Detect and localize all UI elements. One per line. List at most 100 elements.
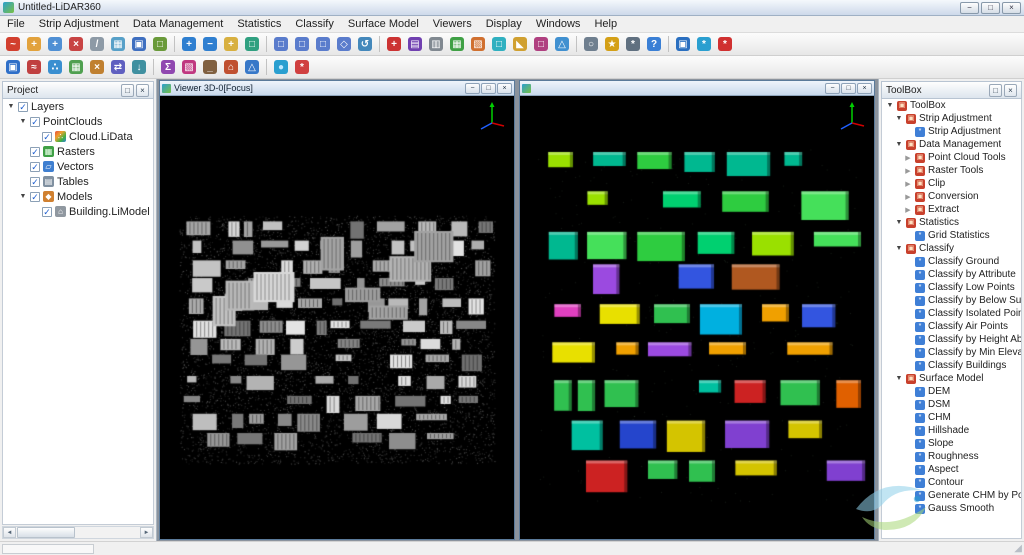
- viewer-2-titlebar[interactable]: − □ ×: [520, 81, 874, 96]
- toolbox-item-clip[interactable]: ▶▣Clip: [882, 177, 1021, 190]
- color-by-class-icon[interactable]: ▦: [447, 34, 467, 54]
- triangle-tool-icon[interactable]: ◣: [510, 34, 530, 54]
- profile-tool-icon[interactable]: □: [531, 34, 551, 54]
- expander-open-icon[interactable]: ▼: [7, 103, 15, 110]
- toolbox-item-aspect[interactable]: *Aspect: [882, 463, 1021, 476]
- snowflake-red-icon[interactable]: *: [292, 57, 312, 77]
- expander-closed-icon[interactable]: ▶: [904, 206, 912, 214]
- project-item-building-limodel[interactable]: ✓⌂Building.LiModel: [3, 204, 153, 219]
- menu-item-display[interactable]: Display: [479, 16, 529, 33]
- help-icon[interactable]: ?: [644, 34, 664, 54]
- toolbox-item-conversion[interactable]: ▶▣Conversion: [882, 190, 1021, 203]
- measure-icon[interactable]: /: [87, 34, 107, 54]
- toolbox-item-dsm[interactable]: *DSM: [882, 398, 1021, 411]
- toolbox-item-statistics[interactable]: ▼▣Statistics: [882, 216, 1021, 229]
- expander-closed-icon[interactable]: ▶: [904, 154, 912, 162]
- project-item-cloud-lidata[interactable]: ✓∴Cloud.LiData: [3, 129, 153, 144]
- menu-item-viewers[interactable]: Viewers: [426, 16, 479, 33]
- viewer-2-close-button[interactable]: ×: [857, 83, 872, 94]
- pan-icon[interactable]: +: [221, 34, 241, 54]
- expander-open-icon[interactable]: ▼: [19, 118, 27, 125]
- toolbox-item-classify-air-points[interactable]: *Classify Air Points: [882, 320, 1021, 333]
- expander-open-icon[interactable]: ▼: [895, 219, 903, 226]
- project-item-models[interactable]: ▼✓◆Models: [3, 189, 153, 204]
- menu-item-file[interactable]: File: [0, 16, 32, 33]
- menu-item-help[interactable]: Help: [587, 16, 624, 33]
- maximize-button[interactable]: □: [981, 2, 1000, 14]
- toolbox-item-toolbox[interactable]: ▼▣ToolBox: [882, 99, 1021, 112]
- checkbox-checked-icon[interactable]: ✓: [30, 177, 40, 187]
- viewer-1-close-button[interactable]: ×: [497, 83, 512, 94]
- toolbox-item-classify-low-points[interactable]: *Classify Low Points: [882, 281, 1021, 294]
- expander-open-icon[interactable]: ▼: [19, 193, 27, 200]
- project-panel-header[interactable]: Project □ ×: [2, 81, 154, 99]
- toolbox-item-raster-tools[interactable]: ▶▣Raster Tools: [882, 164, 1021, 177]
- viewer-3d-canvas-2[interactable]: [520, 96, 874, 539]
- project-close-button[interactable]: ×: [136, 84, 149, 97]
- rotate-view-icon[interactable]: ↺: [355, 34, 375, 54]
- toolbox-item-chm[interactable]: *CHM: [882, 411, 1021, 424]
- toolbox-item-classify-isolated-points[interactable]: *Classify Isolated Points: [882, 307, 1021, 320]
- toolbox-item-extract[interactable]: ▶▣Extract: [882, 203, 1021, 216]
- expander-closed-icon[interactable]: ▶: [904, 180, 912, 188]
- viewer-1-restore-button[interactable]: □: [481, 83, 496, 94]
- cross-section-icon[interactable]: +: [384, 34, 404, 54]
- close-button[interactable]: ×: [1002, 2, 1021, 14]
- zoom-extent-icon[interactable]: □: [242, 34, 262, 54]
- titlebar[interactable]: Untitled-LiDAR360 − □ ×: [0, 0, 1024, 16]
- expander-open-icon[interactable]: ▼: [895, 245, 903, 252]
- checkbox-checked-icon[interactable]: ✓: [42, 207, 52, 217]
- toolbox-item-data-management[interactable]: ▼▣Data Management: [882, 138, 1021, 151]
- toolbox-item-classify-by-height-above-gro[interactable]: *Classify by Height Above Gro...: [882, 333, 1021, 346]
- expander-open-icon[interactable]: ▼: [895, 141, 903, 148]
- toolbox-item-classify-by-min-elevation[interactable]: *Classify by Min Elevation: [882, 346, 1021, 359]
- ground-icon[interactable]: _: [200, 57, 220, 77]
- clip-icon[interactable]: ×: [87, 57, 107, 77]
- project-item-layers[interactable]: ▼✓Layers: [3, 99, 153, 114]
- menu-item-surface-model[interactable]: Surface Model: [341, 16, 426, 33]
- toolbox-item-classify-ground[interactable]: *Classify Ground: [882, 255, 1021, 268]
- toolbox-item-roughness[interactable]: *Roughness: [882, 450, 1021, 463]
- grid-icon[interactable]: ▦: [108, 34, 128, 54]
- expander-open-icon[interactable]: ▼: [886, 102, 894, 109]
- add-layer-icon[interactable]: +: [45, 34, 65, 54]
- expander-closed-icon[interactable]: ▶: [904, 193, 912, 201]
- toolbox-item-generate-chm-by-point-clou[interactable]: *Generate CHM by Point Clou...: [882, 489, 1021, 502]
- color-by-intensity-icon[interactable]: ▥: [426, 34, 446, 54]
- profile-plot-icon[interactable]: ~: [3, 34, 23, 54]
- save-icon[interactable]: ▣: [129, 34, 149, 54]
- toolbox-item-slope[interactable]: *Slope: [882, 437, 1021, 450]
- strip-adjust-icon[interactable]: ≈: [24, 57, 44, 77]
- project-hscrollbar[interactable]: ◄ ►: [2, 526, 154, 539]
- raster-tools-icon[interactable]: ▦: [66, 57, 86, 77]
- view-side-icon[interactable]: □: [313, 34, 333, 54]
- color-by-elevation-icon[interactable]: ▤: [405, 34, 425, 54]
- toolbox-item-classify[interactable]: ▼▣Classify: [882, 242, 1021, 255]
- convert-icon[interactable]: ⇄: [108, 57, 128, 77]
- search-icon[interactable]: ○: [581, 34, 601, 54]
- globe-icon[interactable]: ●: [271, 57, 291, 77]
- capture-icon[interactable]: □: [150, 34, 170, 54]
- menu-item-windows[interactable]: Windows: [529, 16, 588, 33]
- view-top-icon[interactable]: □: [271, 34, 291, 54]
- checkbox-checked-icon[interactable]: ✓: [30, 162, 40, 172]
- menu-item-strip-adjustment[interactable]: Strip Adjustment: [32, 16, 126, 33]
- toolbox-panel-header[interactable]: ToolBox □ ×: [881, 81, 1022, 99]
- viewer-2-minimize-button[interactable]: −: [825, 83, 840, 94]
- surface-model-icon[interactable]: △: [242, 57, 262, 77]
- toolbox-item-grid-statistics[interactable]: *Grid Statistics: [882, 229, 1021, 242]
- statistics-icon[interactable]: Σ: [158, 57, 178, 77]
- zoom-out-icon[interactable]: −: [200, 34, 220, 54]
- project-float-button[interactable]: □: [121, 84, 134, 97]
- viewer-1-minimize-button[interactable]: −: [465, 83, 480, 94]
- toolbox-item-gauss-smooth[interactable]: *Gauss Smooth: [882, 502, 1021, 515]
- checkbox-checked-icon[interactable]: ✓: [30, 147, 40, 157]
- menu-item-classify[interactable]: Classify: [288, 16, 341, 33]
- toolbox-item-point-cloud-tools[interactable]: ▶▣Point Cloud Tools: [882, 151, 1021, 164]
- toolbox-item-surface-model[interactable]: ▼▣Surface Model: [882, 372, 1021, 385]
- toolbox-item-strip-adjustment[interactable]: ▼▣Strip Adjustment: [882, 112, 1021, 125]
- checkbox-checked-icon[interactable]: ✓: [30, 117, 40, 127]
- toolbox-float-button[interactable]: □: [989, 84, 1002, 97]
- viewer-layout-icon[interactable]: ▣: [673, 34, 693, 54]
- toolbox-item-contour[interactable]: *Contour: [882, 476, 1021, 489]
